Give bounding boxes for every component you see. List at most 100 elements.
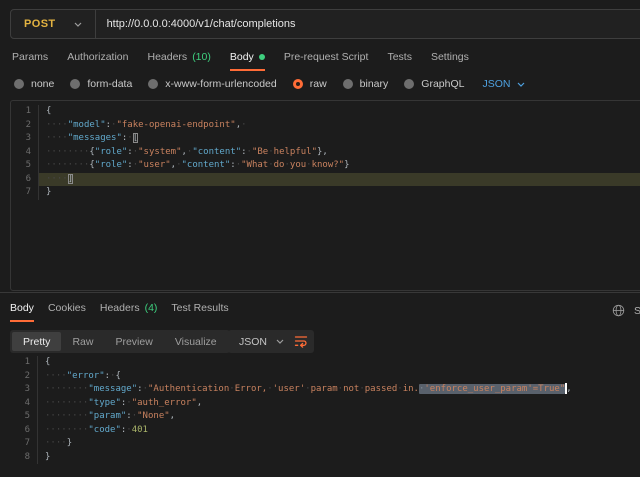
chevron-down-icon (74, 22, 82, 27)
whitespace-dots: · (397, 384, 402, 394)
code-token: "error" (67, 371, 105, 381)
line-number: 4 (10, 397, 37, 411)
code-text[interactable]: ····"model":·"fake-openai-endpoint",· (38, 119, 640, 133)
chevron-down-icon (276, 339, 284, 344)
whitespace-dots: · (267, 384, 272, 394)
response-body-editor[interactable]: 1{2····"error":·{3········"message":·"Au… (10, 356, 640, 464)
tab-label: Headers (147, 51, 187, 63)
code-token: :· (126, 411, 137, 421)
code-line[interactable]: 8} (10, 451, 640, 465)
code-token: "What·do·you·know?" (241, 160, 344, 170)
tab-params[interactable]: Params (12, 51, 48, 71)
view-visualize[interactable]: Visualize (164, 332, 228, 351)
whitespace-dots: ···· (45, 438, 67, 448)
code-text[interactable]: } (38, 186, 640, 200)
code-line[interactable]: 4········"type":·"auth_error", (10, 397, 640, 411)
code-text[interactable]: ········"type":·"auth_error", (37, 397, 640, 411)
status-text-clipped: S (634, 305, 640, 317)
view-pretty[interactable]: Pretty (12, 332, 61, 351)
radio-label: none (31, 78, 54, 90)
tab-pre-request-script[interactable]: Pre-request Script (284, 51, 369, 71)
code-token: "content" (182, 160, 231, 170)
whitespace-dots: · (359, 384, 364, 394)
code-token: "content" (192, 147, 241, 157)
whitespace-dots: ········ (45, 384, 88, 394)
code-line[interactable]: 3········"message":·"Authentication·Erro… (10, 383, 640, 397)
response-format-label: JSON (239, 336, 267, 348)
code-text[interactable]: ········"param":·"None", (37, 410, 640, 424)
wrap-text-button[interactable] (288, 330, 314, 353)
request-body-editor[interactable]: 1{2····"model":·"fake-openai-endpoint",·… (10, 100, 640, 291)
response-format-dropdown[interactable]: JSON (228, 330, 295, 353)
code-text[interactable]: ····"error":·{ (37, 370, 640, 384)
code-token: } (67, 438, 72, 448)
code-token: } (45, 452, 50, 462)
code-token: ········ (45, 411, 88, 421)
body-type-binary[interactable]: binary (343, 78, 389, 90)
tab-settings[interactable]: Settings (431, 51, 469, 71)
view-preview[interactable]: Preview (104, 332, 163, 351)
format-dropdown[interactable]: JSON (482, 78, 524, 90)
url-input[interactable] (96, 18, 640, 30)
code-token: } (46, 187, 51, 197)
code-text[interactable]: ········{"role":·"system",·"content":·"B… (38, 146, 640, 160)
tab-cookies[interactable]: Cookies (48, 302, 86, 322)
modified-dot-icon (259, 54, 265, 60)
code-text[interactable]: ····} (37, 437, 640, 451)
code-token: :· (105, 371, 116, 381)
line-number: 1 (10, 356, 37, 370)
radio-label: form-data (87, 78, 132, 90)
code-line[interactable]: 7····} (10, 437, 640, 451)
code-line[interactable]: 7} (11, 186, 640, 200)
whitespace-dots: · (284, 160, 289, 170)
radio-label: GraphQL (421, 78, 464, 90)
code-text[interactable]: } (37, 451, 640, 465)
code-token: "auth_error" (132, 398, 197, 408)
tab-headers[interactable]: Headers(10) (147, 51, 210, 71)
body-type-form-data[interactable]: form-data (70, 78, 132, 90)
code-token: ···· (46, 174, 68, 184)
code-text[interactable]: ········{"role":·"user",·"content":·"Wha… (38, 159, 640, 173)
tab-body[interactable]: Body (230, 51, 265, 71)
tab-tests[interactable]: Tests (387, 51, 412, 71)
code-line[interactable]: 2····"model":·"fake-openai-endpoint",· (11, 119, 640, 133)
code-token: :· (106, 120, 117, 130)
code-text[interactable]: ····] (38, 173, 640, 187)
code-line[interactable]: 5········"param":·"None", (10, 410, 640, 424)
body-type-graphql[interactable]: GraphQL (404, 78, 464, 90)
code-line[interactable]: 6····] (11, 173, 640, 187)
globe-icon[interactable] (612, 304, 625, 317)
body-type-x-www-form-urlencoded[interactable]: x-www-form-urlencoded (148, 78, 276, 90)
code-token: } (344, 160, 349, 170)
code-line[interactable]: 1{ (11, 105, 640, 119)
tab-test-results[interactable]: Test Results (171, 302, 228, 322)
code-text[interactable]: ········"code":·401 (37, 424, 640, 438)
code-line[interactable]: 1{ (10, 356, 640, 370)
view-raw[interactable]: Raw (61, 332, 104, 351)
tab-label: Headers (100, 302, 140, 314)
body-type-raw[interactable]: raw (293, 78, 327, 90)
tab-body[interactable]: Body (10, 302, 34, 322)
code-text[interactable]: ········"message":·"Authentication·Error… (37, 383, 640, 397)
whitespace-dots: ········ (45, 398, 88, 408)
tab-authorization[interactable]: Authorization (67, 51, 128, 71)
code-text[interactable]: { (37, 356, 640, 370)
line-number: 4 (11, 146, 38, 160)
code-token: ,· (236, 120, 247, 130)
code-token: :· (241, 147, 252, 157)
code-token: 401 (132, 425, 148, 435)
method-selector[interactable]: POST (11, 10, 95, 38)
code-token: "role" (95, 160, 128, 170)
code-line[interactable]: 5········{"role":·"user",·"content":·"Wh… (11, 159, 640, 173)
code-text[interactable]: { (38, 105, 640, 119)
code-line[interactable]: 6········"code":·401 (10, 424, 640, 438)
body-type-none[interactable]: none (14, 78, 54, 90)
code-text[interactable]: ····"messages":·[ (38, 132, 640, 146)
tab-label: Settings (431, 51, 469, 63)
tab-headers[interactable]: Headers(4) (100, 302, 158, 322)
code-line[interactable]: 3····"messages":·[ (11, 132, 640, 146)
code-line[interactable]: 4········{"role":·"system",·"content":·"… (11, 146, 640, 160)
line-number: 8 (10, 451, 37, 465)
code-token: :· (127, 160, 138, 170)
code-line[interactable]: 2····"error":·{ (10, 370, 640, 384)
